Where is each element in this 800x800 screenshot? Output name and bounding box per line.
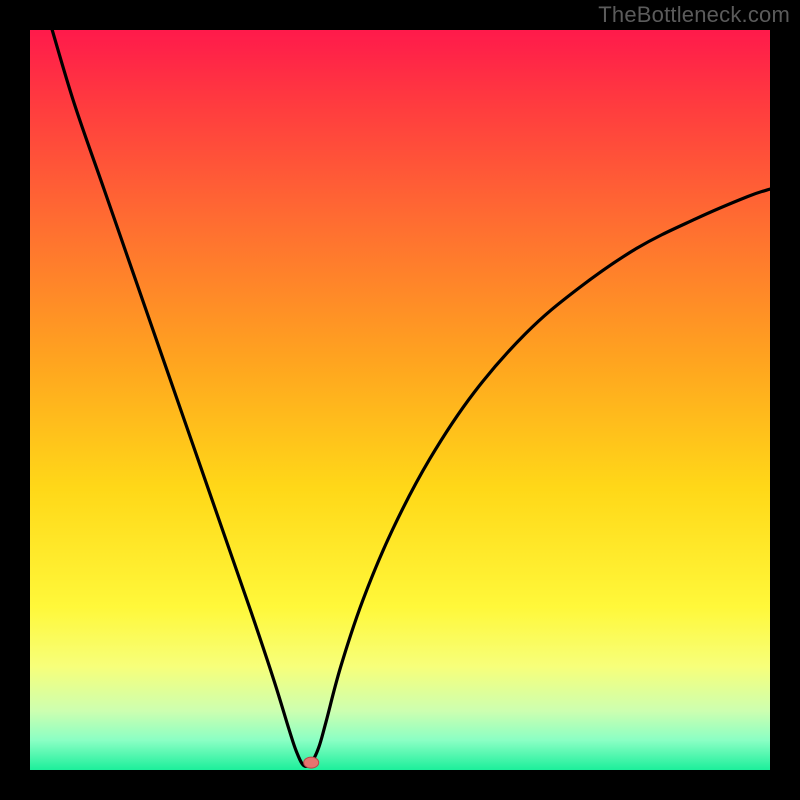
gradient-background: [30, 30, 770, 770]
plot-area: [30, 30, 770, 770]
chart-frame: TheBottleneck.com: [0, 0, 800, 800]
minimum-marker: [304, 757, 319, 768]
chart-svg: [30, 30, 770, 770]
attribution-text: TheBottleneck.com: [598, 2, 790, 28]
